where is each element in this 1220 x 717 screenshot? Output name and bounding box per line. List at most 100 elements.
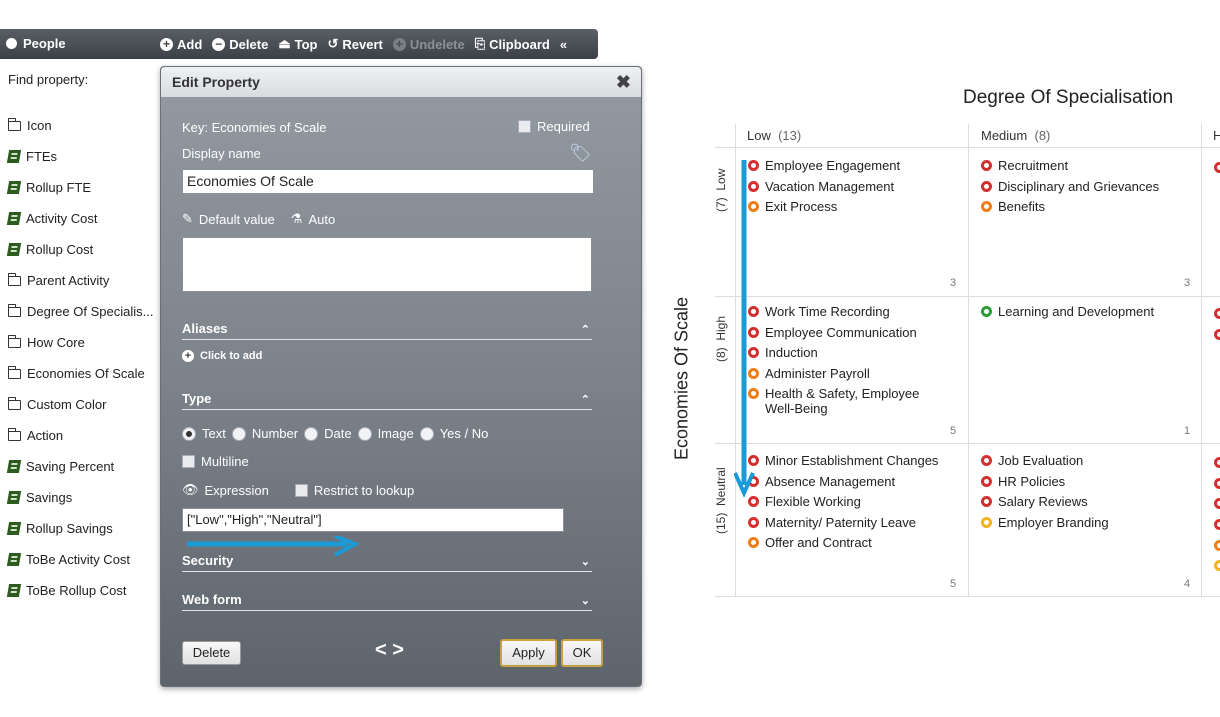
- top-button[interactable]: ⏏ Top: [278, 36, 317, 52]
- column-header-high[interactable]: H: [1213, 128, 1220, 143]
- multiline-row[interactable]: Multiline: [182, 454, 249, 469]
- status-ring-icon: [1214, 540, 1220, 551]
- property-item[interactable]: FTEs: [6, 141, 153, 172]
- ok-button[interactable]: OK: [561, 639, 603, 667]
- list-item[interactable]: Absence Management: [748, 474, 963, 489]
- list-item[interactable]: Exit Process: [748, 199, 963, 214]
- property-list: Icon FTEs Rollup FTE Activity Cost Rollu…: [6, 110, 153, 606]
- top-label: Top: [294, 36, 318, 52]
- list-item[interactable]: HR Policies: [981, 474, 1199, 489]
- list-item[interactable]: Learning and Development: [981, 304, 1199, 319]
- type-section[interactable]: Type ⌃: [182, 391, 592, 410]
- property-item[interactable]: ToBe Activity Cost: [6, 544, 153, 575]
- list-item[interactable]: Offer and Contract: [748, 535, 963, 550]
- property-item[interactable]: Saving Percent: [6, 451, 153, 482]
- cell-count: 3: [1184, 277, 1191, 289]
- list-item[interactable]: Salary Reviews: [981, 494, 1199, 509]
- tag-icon[interactable]: 🏷: [569, 143, 592, 164]
- property-label: Savings: [26, 490, 73, 505]
- list-item[interactable]: Disciplinary and Grievances: [981, 179, 1199, 194]
- list-item[interactable]: Administer Payroll: [748, 366, 963, 381]
- radio-number[interactable]: [231, 426, 246, 441]
- required-checkbox[interactable]: [518, 120, 531, 133]
- radio-date[interactable]: [304, 426, 319, 441]
- property-item[interactable]: ToBe Rollup Cost: [6, 575, 153, 606]
- list-item[interactable]: Job Evaluation: [981, 453, 1199, 468]
- display-name-input[interactable]: Economies Of Scale: [182, 169, 594, 194]
- folder-icon: [8, 427, 21, 441]
- row-count: (7): [714, 197, 728, 212]
- list-item[interactable]: Recruitment: [981, 158, 1199, 173]
- grid-line: [715, 443, 1220, 444]
- list-item[interactable]: Flexible Working: [748, 494, 963, 509]
- apply-button[interactable]: Apply: [500, 639, 557, 667]
- click-to-add-row[interactable]: + Click to add: [182, 350, 262, 362]
- list-item[interactable]: Employee Communication: [748, 325, 963, 340]
- delete-button[interactable]: − Delete: [212, 37, 268, 52]
- calculator-icon: [6, 243, 22, 256]
- list-item[interactable]: Employee Engagement: [748, 158, 963, 173]
- list-item[interactable]: Vacation Management: [748, 179, 963, 194]
- list-item[interactable]: Induction: [748, 345, 963, 360]
- list-item[interactable]: Work Time Recording: [748, 304, 963, 319]
- item-label: Job Evaluation: [998, 453, 1084, 468]
- property-item[interactable]: Savings: [6, 482, 153, 513]
- item-label: Vacation Management: [765, 178, 895, 194]
- aliases-section[interactable]: Aliases ⌃: [182, 321, 592, 340]
- column-count: (8): [1034, 128, 1051, 143]
- row-header-high[interactable]: (8) High: [714, 316, 728, 362]
- status-ring-icon: [981, 160, 992, 171]
- find-property-label: Find property:: [8, 72, 89, 87]
- collapse-button[interactable]: «: [560, 37, 567, 52]
- list-item[interactable]: Minor Establishment Changes: [748, 453, 963, 468]
- property-item[interactable]: Activity Cost: [6, 203, 153, 234]
- property-item[interactable]: Action: [8, 420, 153, 451]
- undelete-label: Undelete: [409, 36, 465, 52]
- expression-row: 👁 Expression Restrict to lookup: [182, 482, 414, 498]
- property-item[interactable]: Parent Activity: [8, 265, 153, 296]
- row-header-neutral[interactable]: (15) Neutral: [714, 467, 728, 534]
- radio-image[interactable]: [357, 426, 372, 441]
- default-value-textarea[interactable]: [182, 237, 592, 292]
- webform-label: Web form: [182, 592, 242, 607]
- expression-input[interactable]: ["Low","High","Neutral"]: [182, 508, 564, 532]
- list-item[interactable]: Employer Branding: [981, 515, 1199, 530]
- status-ring-icon: [981, 306, 992, 317]
- magic-wand-icon: ✎: [182, 211, 193, 226]
- list-item[interactable]: Health & Safety, Employee Well-Being: [748, 386, 963, 416]
- property-item[interactable]: Icon: [8, 110, 153, 141]
- radio-yes-no[interactable]: [419, 426, 434, 441]
- property-item[interactable]: Degree Of Specialis...: [8, 296, 153, 327]
- revert-button[interactable]: ↺ Revert: [327, 36, 382, 52]
- people-selector[interactable]: People: [6, 36, 66, 51]
- expression-label[interactable]: Expression: [205, 483, 269, 498]
- prev-next-nav[interactable]: < >: [375, 639, 404, 662]
- close-icon[interactable]: ✖: [616, 72, 631, 93]
- item-label: Minor Establishment Changes: [765, 453, 939, 468]
- plus-icon: +: [182, 350, 194, 362]
- property-item[interactable]: Rollup Savings: [6, 513, 153, 544]
- column-name: Medium: [981, 128, 1028, 143]
- property-item[interactable]: How Core: [8, 327, 153, 358]
- property-item[interactable]: Economies Of Scale: [8, 358, 153, 389]
- column-header-low[interactable]: Low (13): [747, 128, 801, 143]
- multiline-checkbox[interactable]: [182, 455, 195, 468]
- property-item[interactable]: Custom Color: [8, 389, 153, 420]
- property-item[interactable]: Rollup FTE: [6, 172, 153, 203]
- delete-property-button[interactable]: Delete: [182, 641, 241, 665]
- undelete-button[interactable]: + Undelete: [392, 36, 465, 52]
- radio-text[interactable]: [182, 426, 196, 441]
- auto-label[interactable]: Auto: [308, 212, 335, 227]
- eye-icon[interactable]: 👁: [182, 482, 199, 498]
- clipboard-button[interactable]: ⎘ Clipboard: [475, 36, 550, 52]
- row-header-low[interactable]: (7) Low: [714, 169, 728, 212]
- column-header-medium[interactable]: Medium (8): [981, 128, 1050, 143]
- add-button[interactable]: + Add: [160, 37, 202, 52]
- list-item[interactable]: Maternity/ Paternity Leave: [748, 515, 963, 530]
- webform-section[interactable]: Web form ⌄: [182, 592, 592, 611]
- restrict-checkbox[interactable]: [294, 483, 308, 497]
- property-item[interactable]: Rollup Cost: [6, 234, 153, 265]
- circle-icon: [6, 38, 17, 49]
- list-item[interactable]: Benefits: [981, 199, 1199, 214]
- required-checkbox-row[interactable]: Required: [518, 119, 590, 134]
